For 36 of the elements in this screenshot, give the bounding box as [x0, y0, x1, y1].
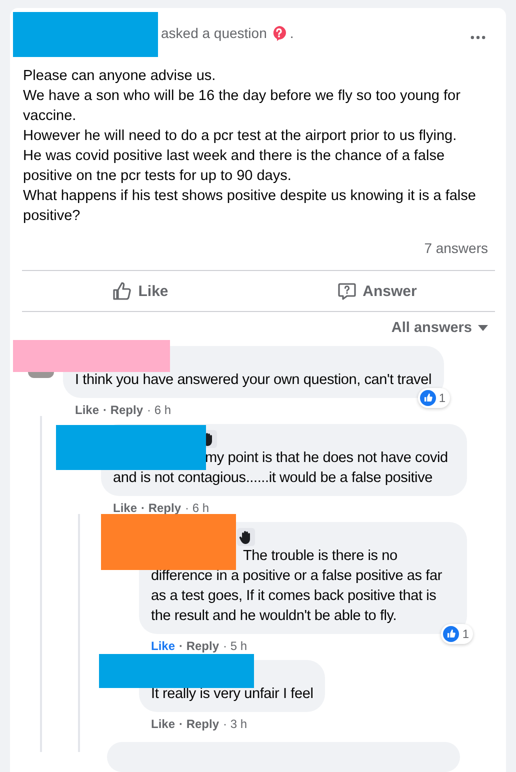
comment-text: The trouble is there is no difference in a positive or a false positive as far as a test goes, If it comes back positive that is the result and he wouldn't be able to fly. — [151, 547, 443, 626]
post-text: What happens if his test shows positive despite us knowing it is a false positive? — [23, 187, 477, 226]
caret-icon — [478, 325, 488, 331]
post-action-text: . — [290, 25, 294, 41]
post-text: We have a son who will be 16 the day before we fly so too young for vaccine. — [23, 87, 462, 126]
like-link[interactable]: Like — [151, 638, 176, 654]
reply-link[interactable]: · Reply — [179, 638, 220, 654]
comment-text: my point is that he does not have covid and is not contagious......it would be a false positive — [113, 449, 449, 488]
answer-button[interactable]: Answer — [258, 271, 495, 311]
like-button[interactable]: Like — [22, 271, 258, 311]
comment-time: · 6 h — [147, 402, 172, 418]
hand-icon — [237, 528, 255, 546]
more-icon[interactable] — [470, 35, 486, 40]
reply-link[interactable]: · Reply — [141, 500, 182, 516]
question-icon — [270, 25, 287, 41]
post-text: However he will need to do a pcr test at the airport prior to us flying. — [23, 127, 458, 146]
comment-text: It really is very unfair I feel — [151, 685, 314, 704]
like-link[interactable]: Like — [151, 716, 176, 732]
reply-link[interactable]: · Reply — [103, 402, 144, 418]
thumbs-up-icon — [112, 281, 132, 301]
question-bubble-icon — [336, 281, 357, 301]
comment-time: · 6 h — [185, 500, 210, 516]
comment-time: · 3 h — [223, 716, 248, 732]
comment-time: · 5 h — [223, 638, 248, 654]
post-text: He was covid positive last week and there is the chance of a false positive on tne pcr tests for up to 90 days. — [23, 147, 446, 186]
post-action-text: asked a question — [161, 25, 267, 41]
answer-count[interactable]: 7 answers — [424, 240, 488, 256]
reaction-count[interactable]: 1 — [418, 388, 450, 408]
avatar[interactable] — [28, 372, 54, 378]
reaction-count[interactable]: 1 — [441, 624, 473, 644]
comment-text: I think you have answered your own question, can't travel — [75, 371, 432, 390]
like-link[interactable]: Like — [75, 402, 100, 418]
like-link[interactable]: Like — [113, 500, 138, 516]
sort-dropdown[interactable]: All answers — [391, 320, 488, 336]
post-text: Please can anyone advise us. — [23, 67, 217, 86]
reply-link[interactable]: · Reply — [179, 716, 220, 732]
